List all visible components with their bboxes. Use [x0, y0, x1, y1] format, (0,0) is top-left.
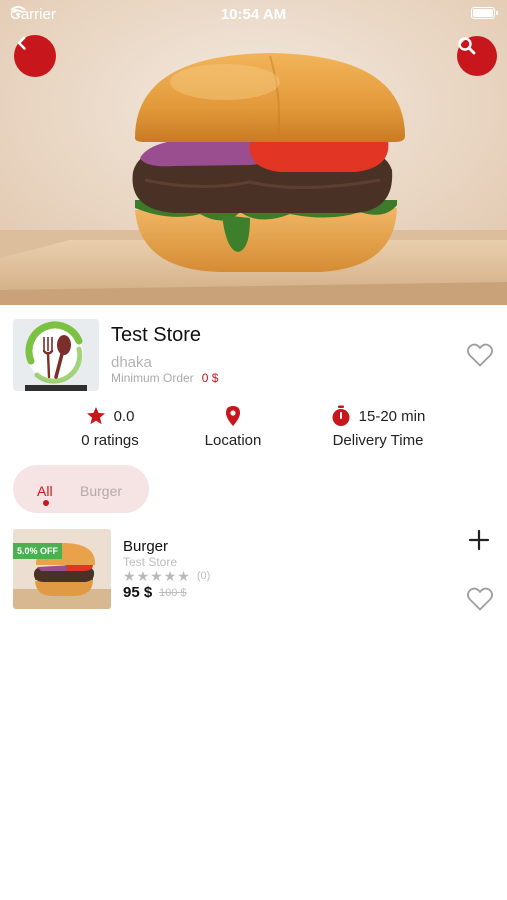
star-icon: ★ — [177, 568, 190, 584]
product-price: 95 $ — [123, 584, 153, 601]
product-old-price: 100 $ — [159, 587, 187, 599]
min-order: Minimum Order 0 $ — [111, 371, 218, 385]
burger-thumbnail — [13, 529, 111, 609]
battery-icon — [471, 7, 498, 19]
heart-outline-icon — [467, 343, 493, 367]
min-order-label: Minimum Order — [111, 371, 194, 385]
delivery-label: Delivery Time — [332, 432, 424, 449]
rating-label: 0 ratings — [81, 432, 139, 449]
category-tabs: All Burger — [13, 465, 149, 513]
location-pin-icon — [226, 406, 240, 426]
active-tab-indicator — [43, 500, 49, 506]
status-time: 10:54 AM — [220, 6, 287, 23]
store-favorite-button[interactable] — [466, 342, 494, 368]
status-bar: Carrier 10:54 AM — [0, 0, 507, 28]
rating-value: 0.0 — [113, 407, 135, 425]
delivery-time: 15-20 min — [358, 407, 426, 425]
tab-burger[interactable]: Burger — [80, 483, 122, 499]
heart-outline-icon — [467, 587, 493, 611]
product-image[interactable]: 5.0% OFF — [13, 529, 111, 609]
rating-count: (0) — [196, 570, 211, 582]
store-cover-image: Carrier 10:54 AM — [0, 0, 507, 305]
star-icon: ★ — [150, 568, 163, 584]
store-name: Test Store — [111, 324, 202, 346]
search-button[interactable] — [457, 36, 497, 76]
store-city: dhaka — [111, 354, 152, 371]
tab-all[interactable]: All — [37, 483, 53, 499]
fork-spoon-logo — [13, 319, 99, 391]
star-icon: ★ — [123, 568, 136, 584]
rating-info: 0.0 0 ratings — [60, 404, 160, 449]
chevron-left-icon — [17, 36, 26, 50]
product-store: Test Store — [123, 555, 178, 569]
location-label: Location — [204, 432, 262, 449]
location-info[interactable]: Location — [183, 404, 283, 449]
plus-icon — [468, 529, 490, 551]
discount-badge: 5.0% OFF — [13, 543, 63, 559]
back-button[interactable] — [14, 35, 56, 77]
burger-image — [0, 0, 507, 305]
product-rating: ★ ★ ★ ★ ★ (0) — [123, 569, 210, 583]
star-icon: ★ — [136, 568, 150, 584]
star-icon — [86, 407, 105, 425]
product-name[interactable]: Burger — [123, 538, 168, 555]
product-favorite-button[interactable] — [466, 586, 494, 612]
add-to-cart-button[interactable] — [468, 529, 490, 551]
stopwatch-icon — [332, 405, 350, 426]
search-icon — [458, 37, 476, 55]
store-logo — [13, 319, 99, 391]
star-icon: ★ — [163, 568, 177, 584]
min-order-value: 0 $ — [201, 371, 219, 385]
delivery-info: 15-20 min Delivery Time — [318, 404, 438, 449]
